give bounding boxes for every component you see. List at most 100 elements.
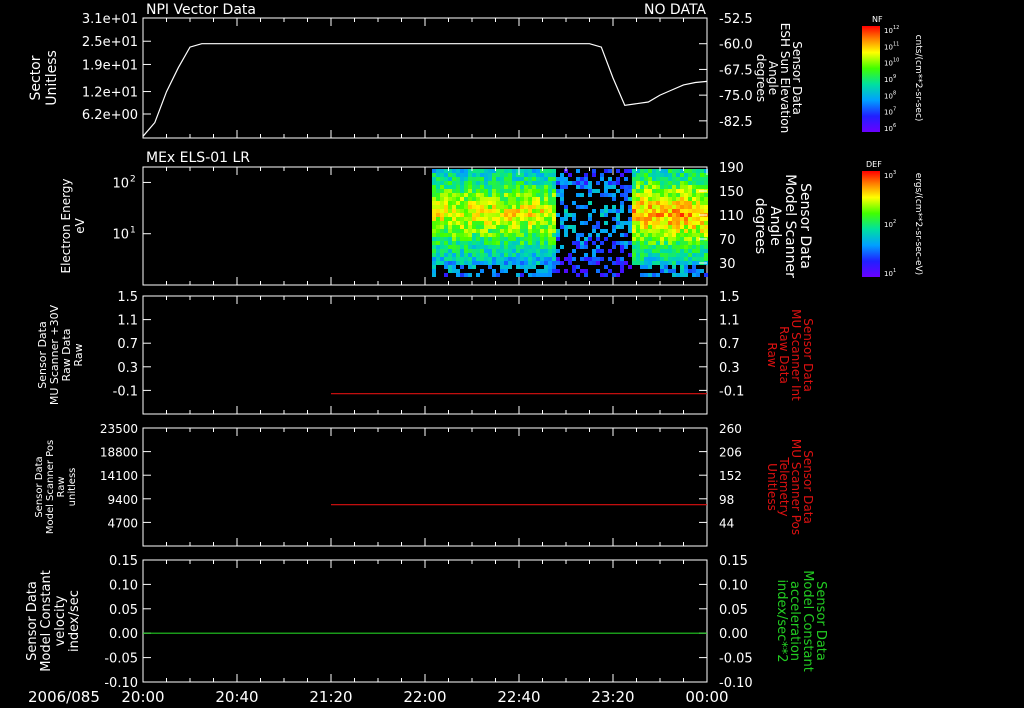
spectrogram-cell	[432, 189, 436, 193]
spectrogram-cell	[664, 241, 668, 245]
spectrogram-cell	[672, 193, 676, 197]
spectrogram-cell	[556, 269, 560, 273]
spectrogram-cell	[456, 225, 460, 229]
spectrogram-cell	[444, 173, 448, 177]
spectrogram-cell	[684, 245, 688, 249]
spectrogram-cell	[432, 225, 436, 229]
spectrogram-cell	[612, 245, 616, 249]
spectrogram-cell	[480, 253, 484, 257]
spectrogram-cell	[612, 217, 616, 221]
spectrogram-cell	[692, 197, 696, 201]
spectrogram-cell	[444, 253, 448, 257]
spectrogram-cell	[504, 241, 508, 245]
spectrogram-cell	[680, 189, 684, 193]
spectrogram-cell	[488, 193, 492, 197]
spectrogram-cell	[676, 245, 680, 249]
spectrogram-cell	[516, 253, 520, 257]
spectrogram-cell	[460, 229, 464, 233]
spectrogram-cell	[556, 229, 560, 233]
spectrogram-cell	[616, 181, 620, 185]
spectrogram-cell	[540, 173, 544, 177]
spectrogram-cell	[516, 205, 520, 209]
spectrogram-cell	[520, 181, 524, 185]
p4-right-tick-label: 206	[719, 446, 742, 460]
x-tick-label: 20:00	[121, 688, 164, 706]
spectrogram-cell	[524, 237, 528, 241]
spectrogram-cell	[664, 181, 668, 185]
spectrogram-cell	[476, 221, 480, 225]
spectrogram-cell	[500, 193, 504, 197]
spectrogram-cell	[436, 209, 440, 213]
spectrogram-cell	[636, 197, 640, 201]
spectrogram-cell	[588, 213, 592, 217]
spectrogram-cell	[496, 217, 500, 221]
spectrogram-cell	[440, 197, 444, 201]
spectrogram-cell	[436, 181, 440, 185]
spectrogram-cell	[520, 241, 524, 245]
p1-right-tick-label: -82.5	[719, 115, 753, 130]
spectrogram-cell	[668, 253, 672, 257]
spectrogram-cell	[632, 209, 636, 213]
spectrogram-cell	[596, 189, 600, 193]
spectrogram-cell	[664, 205, 668, 209]
spectrogram-cell	[684, 241, 688, 245]
spectrogram-cell	[484, 221, 488, 225]
spectrogram-cell	[504, 193, 508, 197]
spectrogram-cell	[536, 261, 540, 265]
spectrogram-cell	[536, 177, 540, 181]
spectrogram-cell	[604, 229, 608, 233]
spectrogram-cell	[540, 221, 544, 225]
spectrogram-cell	[504, 229, 508, 233]
spectrogram-cell	[680, 225, 684, 229]
spectrogram-cell	[464, 169, 468, 173]
panel1-ylabel-left-1: Sector	[28, 55, 44, 100]
spectrogram-cell	[476, 205, 480, 209]
panel5-frame	[142, 559, 708, 683]
spectrogram-cell	[548, 233, 552, 237]
spectrogram-cell	[556, 257, 560, 261]
spectrogram-cell	[440, 241, 444, 245]
spectrogram-cell	[620, 241, 624, 245]
spectrogram-cell	[660, 169, 664, 173]
spectrogram-cell	[648, 185, 652, 189]
spectrogram-cell	[572, 229, 576, 233]
spectrogram-cell	[696, 257, 700, 261]
spectrogram-cell	[544, 177, 548, 181]
spectrogram-cell	[636, 261, 640, 265]
spectrogram-cell	[600, 249, 604, 253]
p5-right-tick-label: 0.10	[719, 578, 748, 593]
panel1-title: NPI Vector Data	[146, 2, 256, 18]
panel3-frame	[142, 295, 708, 415]
spectrogram-cell	[468, 217, 472, 221]
spectrogram-cell	[568, 257, 572, 261]
spectrogram-cell	[516, 265, 520, 269]
spectrogram-cell	[696, 221, 700, 225]
spectrogram-cell	[660, 245, 664, 249]
spectrogram-cell	[492, 269, 496, 273]
spectrogram-cell	[628, 185, 632, 189]
spectrogram-cell	[704, 241, 708, 245]
spectrogram-cell	[484, 181, 488, 185]
spectrogram-cell	[460, 221, 464, 225]
spectrogram-cell	[476, 213, 480, 217]
spectrogram-cell	[696, 185, 700, 189]
spectrogram-cell	[516, 229, 520, 233]
spectrogram-cell	[636, 229, 640, 233]
spectrogram-cell	[656, 185, 660, 189]
spectrogram-cell	[488, 173, 492, 177]
spectrogram-cell	[448, 209, 452, 213]
spectrogram-cell	[596, 261, 600, 265]
spectrogram-cell	[652, 249, 656, 253]
spectrogram-cell	[592, 229, 596, 233]
spectrogram-cell	[552, 177, 556, 181]
spectrogram-cell	[660, 229, 664, 233]
spectrogram-cell	[480, 233, 484, 237]
spectrogram-cell	[648, 209, 652, 213]
spectrogram-cell	[596, 269, 600, 273]
spectrogram-cell	[648, 229, 652, 233]
spectrogram-cell	[452, 173, 456, 177]
spectrogram-cell	[648, 253, 652, 257]
spectrogram-cell	[484, 205, 488, 209]
spectrogram-cell	[640, 253, 644, 257]
spectrogram-cell	[452, 169, 456, 173]
